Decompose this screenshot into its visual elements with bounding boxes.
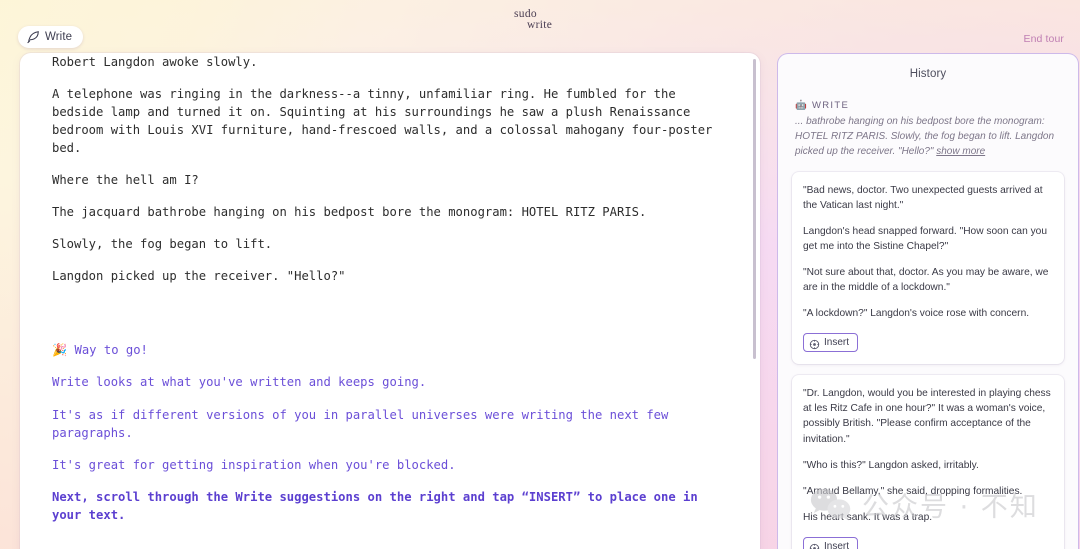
logo-line-write: write bbox=[527, 19, 553, 31]
editor-spacer bbox=[52, 299, 720, 341]
suggestion-paragraph: "Arnaud Bellamy," she said, dropping for… bbox=[803, 485, 1023, 497]
editor-scrollbar-thumb[interactable] bbox=[753, 59, 756, 359]
suggestion-paragraph: Langdon's head snapped forward. "How soo… bbox=[803, 225, 1048, 252]
document-editor-panel[interactable]: Robert Langdon awoke slowly. A telephone … bbox=[20, 53, 760, 549]
history-context-block: 🤖 WRITE ... bathrobe hanging on his bedp… bbox=[778, 80, 1078, 160]
quill-pen-icon bbox=[26, 30, 40, 44]
suggestion-paragraph: His heart sank. It was a trap. bbox=[803, 511, 933, 523]
history-context-header: 🤖 WRITE bbox=[795, 100, 1061, 111]
end-tour-button[interactable]: End tour bbox=[1024, 33, 1065, 45]
suggestion-paragraph: "Who is this?" Langdon asked, irritably. bbox=[803, 459, 979, 471]
insert-button[interactable]: Insert bbox=[803, 333, 859, 353]
suggestion-paragraph: "Not sure about that, doctor. As you may… bbox=[803, 266, 1049, 294]
tour-tip-line: Next, scroll through the Write suggestio… bbox=[52, 489, 698, 522]
insert-button-label: Insert bbox=[824, 337, 850, 349]
history-context-label: WRITE bbox=[812, 100, 850, 111]
editor-scrollbar[interactable] bbox=[753, 59, 756, 549]
app-logo: sudo write bbox=[514, 8, 566, 31]
history-context-excerpt: ... bathrobe hanging on his bedpost bore… bbox=[795, 116, 1055, 158]
write-tool-button[interactable]: Write bbox=[18, 26, 84, 48]
history-panel: History 🤖 WRITE ... bathrobe hanging on … bbox=[777, 53, 1079, 549]
history-panel-title: History bbox=[909, 68, 947, 80]
suggestion-card[interactable]: "Bad news, doctor. Two unexpected guests… bbox=[792, 171, 1064, 365]
insert-circle-plus-icon bbox=[809, 337, 820, 350]
history-context-text: ... bathrobe hanging on his bedpost bore… bbox=[795, 114, 1061, 160]
tour-tip-line: 🎉 Way to go! bbox=[52, 343, 148, 358]
tour-tip-line: It's great for getting inspiration when … bbox=[52, 457, 456, 472]
robot-icon: 🤖 bbox=[795, 100, 807, 111]
document-paragraph: Langdon picked up the receiver. "Hello?" bbox=[52, 269, 346, 284]
document-paragraph: Slowly, the fog began to lift. bbox=[52, 237, 273, 252]
document-paragraph: The jacquard bathrobe hanging on his bed… bbox=[52, 205, 647, 220]
tour-tip-line: It's as if different versions of you in … bbox=[52, 407, 669, 440]
suggestion-paragraph: "A lockdown?" Langdon's voice rose with … bbox=[803, 308, 1030, 320]
editor-scroll-area[interactable]: Robert Langdon awoke slowly. A telephone … bbox=[20, 53, 760, 549]
document-paragraph: Robert Langdon awoke slowly. bbox=[52, 55, 258, 69]
suggestion-card[interactable]: "Dr. Langdon, would you be interested in… bbox=[792, 375, 1064, 549]
suggestion-card-list[interactable]: "Bad news, doctor. Two unexpected guests… bbox=[778, 160, 1078, 549]
write-tool-label: Write bbox=[45, 31, 73, 43]
suggestion-paragraph: "Dr. Langdon, would you be interested in… bbox=[803, 388, 1051, 445]
document-body[interactable]: Robert Langdon awoke slowly. A telephone … bbox=[52, 53, 720, 524]
show-more-link[interactable]: show more bbox=[936, 146, 985, 157]
insert-button[interactable]: Insert bbox=[803, 536, 859, 549]
document-paragraph: Where the hell am I? bbox=[52, 173, 199, 188]
top-bar: Write sudo write End tour bbox=[0, 0, 1080, 48]
tour-tip-line: Write looks at what you've written and k… bbox=[52, 375, 427, 390]
suggestion-paragraph: "Bad news, doctor. Two unexpected guests… bbox=[803, 184, 1043, 211]
insert-button-label: Insert bbox=[824, 540, 850, 549]
insert-circle-plus-icon bbox=[809, 541, 820, 549]
document-paragraph: A telephone was ringing in the darkness-… bbox=[52, 87, 713, 156]
